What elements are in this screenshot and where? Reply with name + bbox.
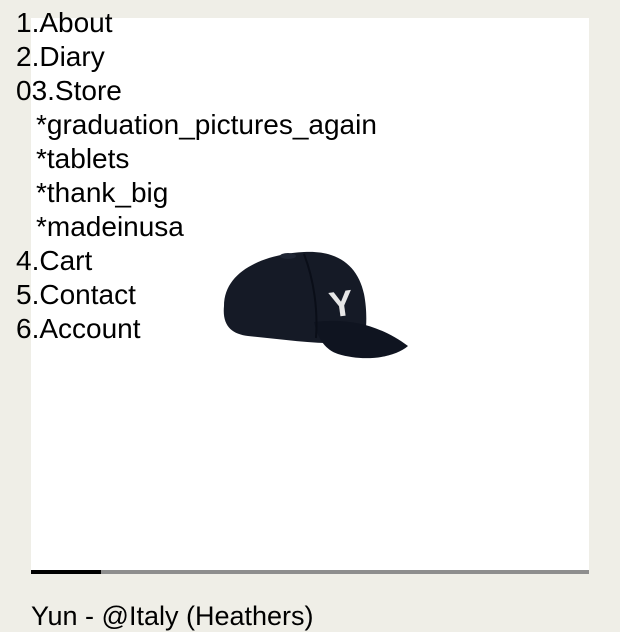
nav-item-cart[interactable]: 4.Cart — [16, 244, 377, 278]
product-caption: Yun - @Italy (Heathers) — [31, 601, 314, 631]
nav-subitem-tablets[interactable]: *tablets — [16, 142, 377, 176]
nav-item-about[interactable]: 1.About — [16, 6, 377, 40]
nav-item-diary[interactable]: 2.Diary — [16, 40, 377, 74]
nav-item-contact[interactable]: 5.Contact — [16, 278, 377, 312]
nav-item-store[interactable]: 03.Store — [16, 74, 377, 108]
nav-subitem-thank-big[interactable]: *thank_big — [16, 176, 377, 210]
gallery-progress-fill — [31, 570, 101, 574]
nav-subitem-graduation-pictures-again[interactable]: *graduation_pictures_again — [16, 108, 377, 142]
gallery-progress-track[interactable] — [31, 570, 589, 574]
main-nav: 1.About 2.Diary 03.Store *graduation_pic… — [16, 6, 377, 346]
nav-item-account[interactable]: 6.Account — [16, 312, 377, 346]
nav-subitem-madeinusa[interactable]: *madeinusa — [16, 210, 377, 244]
